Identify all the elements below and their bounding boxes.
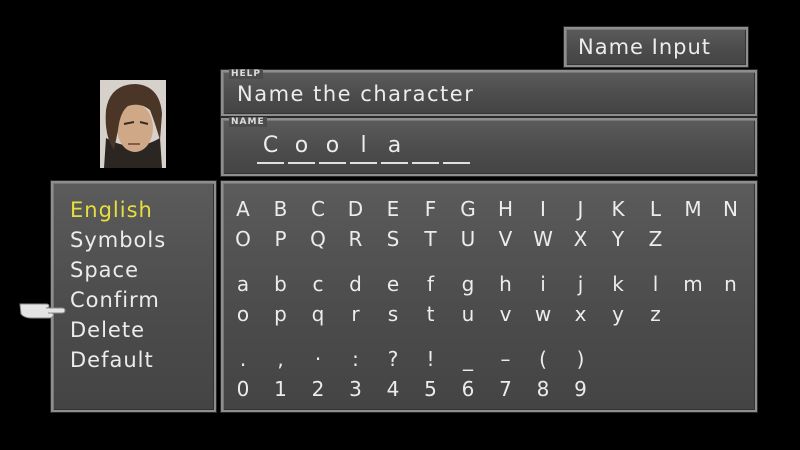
char-key[interactable]: A — [228, 197, 258, 221]
menu-item-symbols[interactable]: Symbols — [70, 227, 166, 257]
char-key[interactable]: k — [603, 272, 633, 296]
character-portrait — [100, 80, 166, 168]
char-key[interactable]: i — [528, 272, 558, 296]
help-text: Name the character — [237, 82, 475, 106]
char-key[interactable]: : — [341, 347, 371, 371]
char-key[interactable]: E — [378, 197, 408, 221]
char-key[interactable]: T — [416, 227, 446, 251]
char-key[interactable]: u — [453, 302, 483, 326]
char-key[interactable]: 8 — [528, 377, 558, 401]
name-slots: C o o l a — [257, 132, 474, 164]
menu-item-english[interactable]: English — [70, 197, 166, 227]
name-slot: o — [319, 132, 346, 164]
menu-item-default[interactable]: Default — [70, 347, 166, 377]
char-key[interactable]: j — [566, 272, 596, 296]
help-tag: HELP — [229, 69, 264, 79]
char-key[interactable]: c — [303, 272, 333, 296]
char-key[interactable]: ) — [566, 347, 596, 371]
char-key[interactable]: m — [678, 272, 708, 296]
name-slot: o — [288, 132, 315, 164]
char-key[interactable]: ? — [378, 347, 408, 371]
char-key[interactable]: z — [641, 302, 671, 326]
char-key[interactable]: D — [341, 197, 371, 221]
name-slot: a — [381, 132, 408, 164]
char-key[interactable]: b — [266, 272, 296, 296]
char-key[interactable]: g — [453, 272, 483, 296]
char-key[interactable]: x — [566, 302, 596, 326]
char-key[interactable]: ! — [416, 347, 446, 371]
char-key[interactable]: 0 — [228, 377, 258, 401]
char-key[interactable]: e — [378, 272, 408, 296]
char-key[interactable]: – — [491, 347, 521, 371]
char-key[interactable]: Z — [641, 227, 671, 251]
char-key[interactable]: d — [341, 272, 371, 296]
char-key[interactable]: · — [303, 347, 333, 371]
name-slot — [443, 132, 470, 164]
char-key[interactable]: L — [641, 197, 671, 221]
char-key[interactable]: y — [603, 302, 633, 326]
char-key[interactable]: 4 — [378, 377, 408, 401]
char-key[interactable]: B — [266, 197, 296, 221]
char-key[interactable]: n — [716, 272, 746, 296]
title-window: Name Input — [563, 26, 749, 68]
name-slot: l — [350, 132, 377, 164]
char-key[interactable]: 5 — [416, 377, 446, 401]
char-key[interactable]: s — [378, 302, 408, 326]
char-key[interactable]: H — [491, 197, 521, 221]
char-key[interactable]: r — [341, 302, 371, 326]
char-key[interactable]: o — [228, 302, 258, 326]
char-key[interactable]: 7 — [491, 377, 521, 401]
char-key[interactable]: f — [416, 272, 446, 296]
pointing-hand-icon — [18, 295, 66, 321]
menu-item-delete[interactable]: Delete — [70, 317, 166, 347]
char-key[interactable]: 9 — [566, 377, 596, 401]
char-key[interactable]: P — [266, 227, 296, 251]
menu-window: English Symbols Space Confirm Delete Default — [50, 180, 217, 413]
char-key[interactable]: M — [678, 197, 708, 221]
menu-item-space[interactable]: Space — [70, 257, 166, 287]
char-key[interactable]: 3 — [341, 377, 371, 401]
char-key[interactable]: _ — [453, 347, 483, 371]
char-key[interactable]: . — [228, 347, 258, 371]
char-key[interactable]: O — [228, 227, 258, 251]
char-key[interactable]: U — [453, 227, 483, 251]
menu-item-confirm[interactable]: Confirm — [70, 287, 166, 317]
name-slot: C — [257, 132, 284, 164]
char-key[interactable]: w — [528, 302, 558, 326]
char-key[interactable]: q — [303, 302, 333, 326]
char-key[interactable]: C — [303, 197, 333, 221]
char-key[interactable]: v — [491, 302, 521, 326]
char-key[interactable]: I — [528, 197, 558, 221]
char-key[interactable]: p — [266, 302, 296, 326]
char-key[interactable]: S — [378, 227, 408, 251]
char-key[interactable]: 6 — [453, 377, 483, 401]
char-key[interactable]: G — [453, 197, 483, 221]
char-key[interactable]: 2 — [303, 377, 333, 401]
char-key[interactable]: V — [491, 227, 521, 251]
char-key[interactable]: a — [228, 272, 258, 296]
name-window: NAME C o o l a — [220, 117, 758, 177]
char-key[interactable]: X — [566, 227, 596, 251]
char-key[interactable]: Q — [303, 227, 333, 251]
char-key[interactable]: J — [566, 197, 596, 221]
help-window: HELP Name the character — [220, 69, 758, 117]
character-grid: ABCDEFGHIJKLMN OPQRSTUVWXYZabcdefghijklmn… — [220, 180, 758, 413]
char-key[interactable]: l — [641, 272, 671, 296]
char-key[interactable]: N — [716, 197, 746, 221]
screen-title: Name Input — [578, 35, 712, 59]
char-key[interactable]: R — [341, 227, 371, 251]
char-key[interactable]: K — [603, 197, 633, 221]
char-key[interactable]: F — [416, 197, 446, 221]
char-key[interactable]: 1 — [266, 377, 296, 401]
char-key[interactable]: h — [491, 272, 521, 296]
menu-list: English Symbols Space Confirm Delete Default — [70, 197, 166, 377]
char-key[interactable]: , — [266, 347, 296, 371]
char-key[interactable]: ( — [528, 347, 558, 371]
name-slot — [412, 132, 439, 164]
char-key[interactable]: Y — [603, 227, 633, 251]
name-tag: NAME — [229, 117, 267, 127]
char-key[interactable]: W — [528, 227, 558, 251]
char-key[interactable]: t — [416, 302, 446, 326]
